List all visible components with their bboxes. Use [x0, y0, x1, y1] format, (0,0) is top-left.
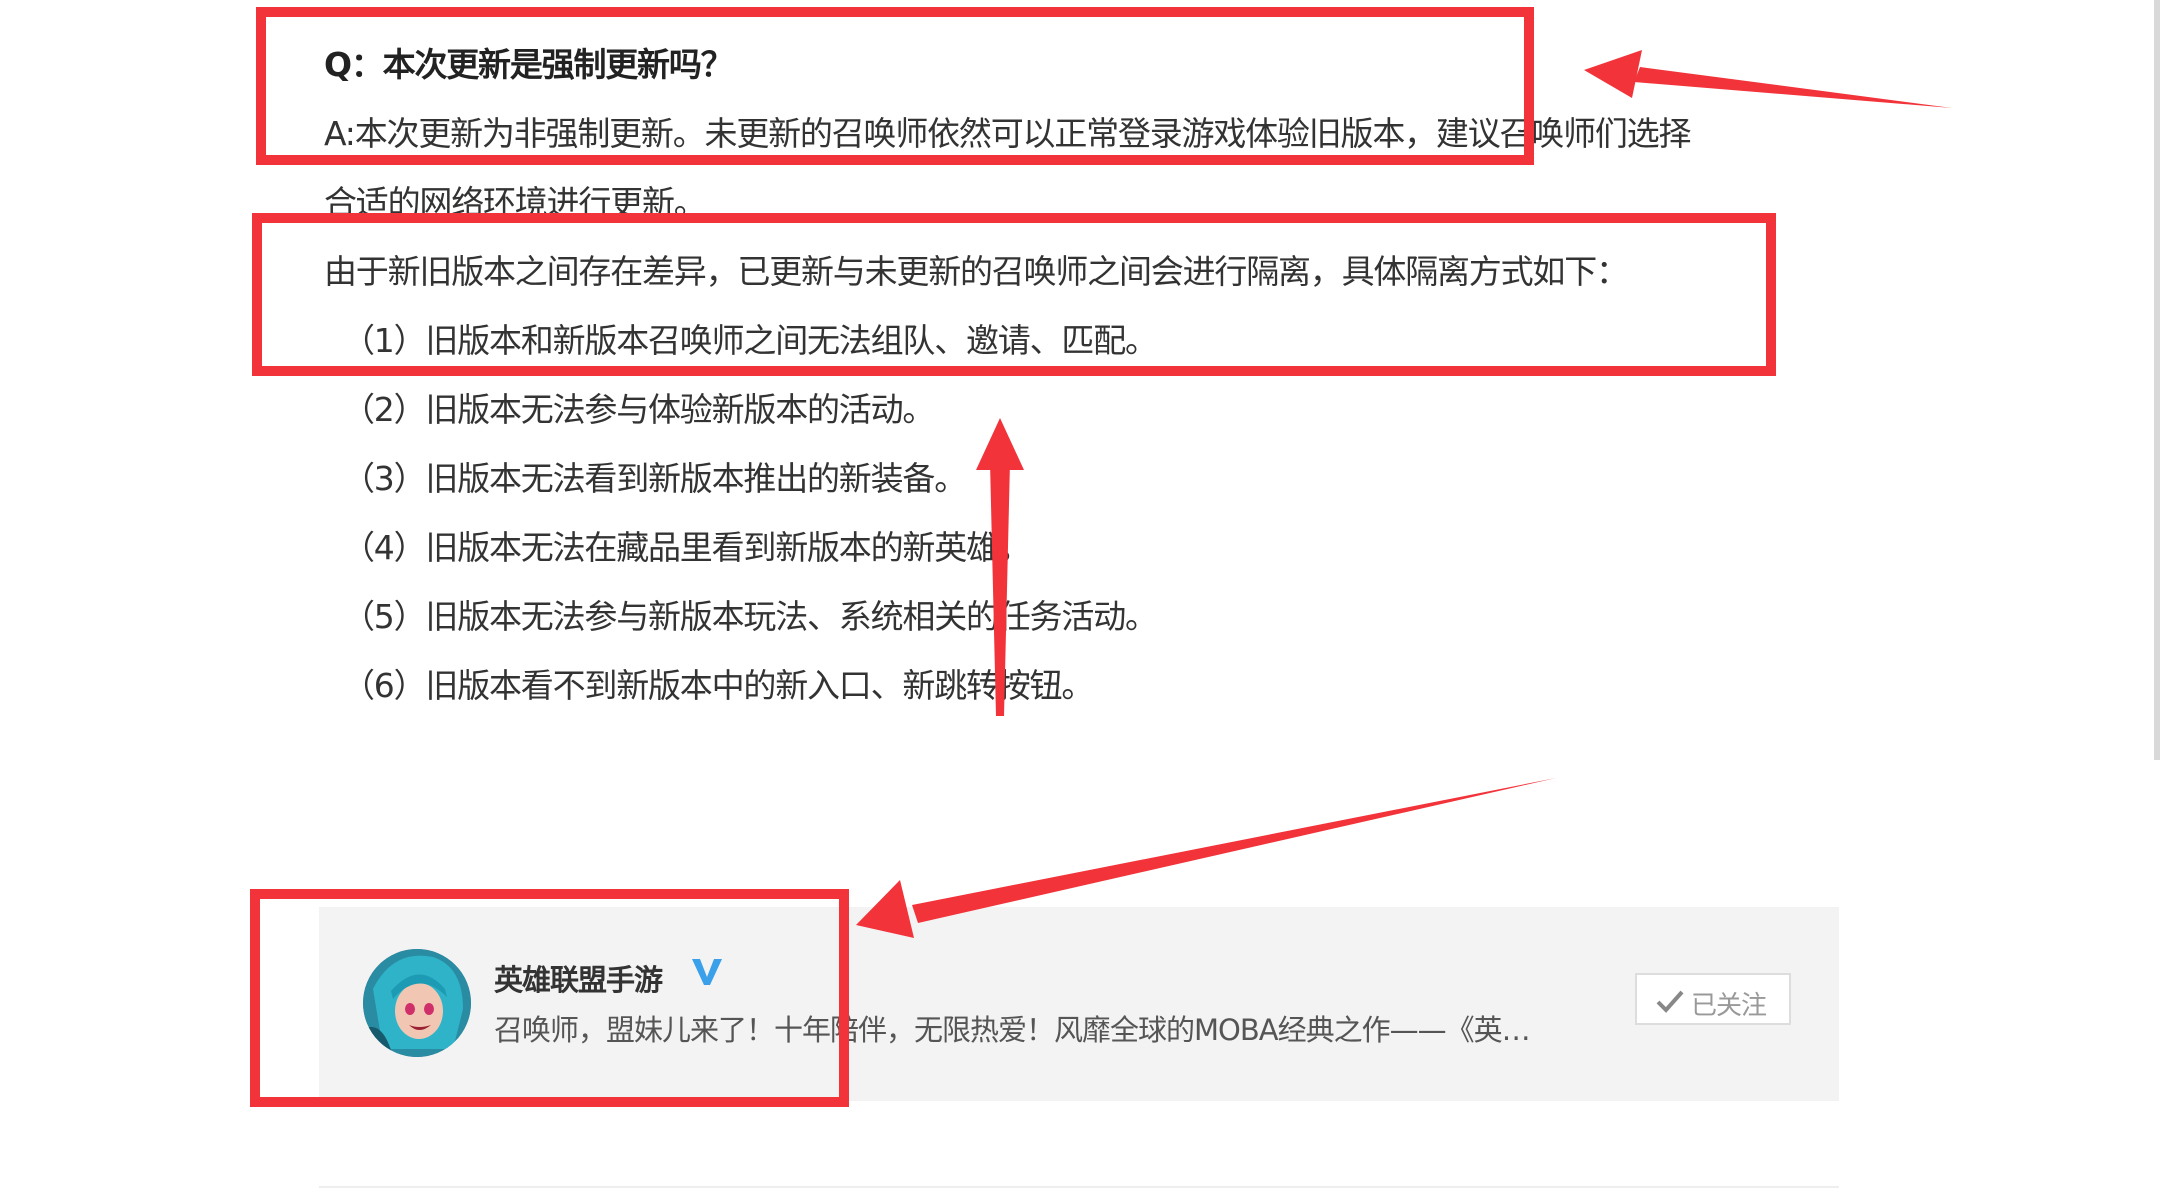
isolation-item-3: （3）旧版本无法看到新版本推出的新装备。: [342, 459, 967, 498]
account-name[interactable]: 英雄联盟手游: [494, 957, 663, 999]
isolation-item-6: （6）旧版本看不到新版本中的新入口、新跳转按钮。: [342, 666, 1094, 705]
section-divider: [319, 1186, 1839, 1188]
isolation-item-5: （5）旧版本无法参与新版本玩法、系统相关的任务活动。: [342, 597, 1158, 636]
faq-answer-line-1: A:本次更新为非强制更新。未更新的召唤师依然可以正常登录游戏体验旧版本，建议召唤…: [324, 114, 1692, 153]
isolation-intro: 由于新旧版本之间存在差异，已更新与未更新的召唤师之间会进行隔离，具体隔离方式如下…: [324, 252, 1629, 291]
followed-button[interactable]: 已关注: [1635, 973, 1791, 1025]
verified-v-icon: [689, 953, 725, 989]
faq-answer-line-2: 合适的网络环境进行更新。: [324, 183, 707, 222]
isolation-item-4: （4）旧版本无法在藏品里看到新版本的新英雄。: [342, 528, 1031, 567]
page-scrollbar[interactable]: [2154, 0, 2160, 760]
account-description: 召唤师，盟妹儿来了！十年陪伴，无限热爱！风靡全球的MOBA经典之作——《英…: [494, 1013, 1531, 1047]
isolation-item-2: （2）旧版本无法参与体验新版本的活动。: [342, 390, 935, 429]
check-icon: [1656, 990, 1684, 1013]
account-avatar[interactable]: [363, 949, 471, 1057]
faq-question: Q：本次更新是强制更新吗？: [324, 45, 734, 84]
account-card[interactable]: 英雄联盟手游 召唤师，盟妹儿来了！十年陪伴，无限热爱！风靡全球的MOBA经典之作…: [319, 907, 1839, 1101]
isolation-item-1: （1）旧版本和新版本召唤师之间无法组队、邀请、匹配。: [342, 321, 1158, 360]
followed-label: 已关注: [1691, 991, 1767, 1021]
